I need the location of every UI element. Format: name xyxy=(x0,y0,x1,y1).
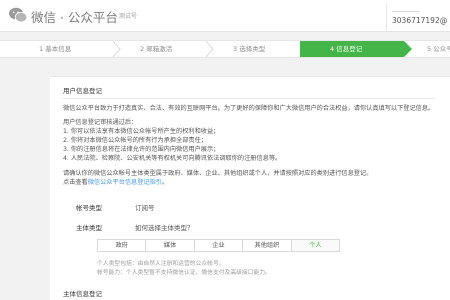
registration-steps: 1 基本信息 2 邮箱激活 3 选择类型 4 信息登记 5 公众号 xyxy=(0,40,450,58)
rule-item: 2. 你将对本微信公众帐号的所有行为承担全部责任； xyxy=(63,137,207,144)
subject-type-help-link[interactable]: 如何选择主体类型？ xyxy=(135,222,194,232)
subject-hint-capability: 帐号能力：个人类型暂不支持微信认证、微信支付及高级接口能力。 xyxy=(97,270,271,276)
intro-text: 微信公众平台致力于打造真实、合法、有效的互联网平台。为了更好的保障你和广大微信用… xyxy=(63,105,435,112)
platform-title-text: 微信 · 公众平台 xyxy=(31,10,118,25)
top-bar: 微信 · 公众平台测试号 3036717192@ xyxy=(0,0,450,32)
subject-hint-scope: 个人类型包括：由自然人注册和运营的公众帐号。 xyxy=(97,261,225,267)
account-type-label: 帐号类型 xyxy=(76,204,102,212)
rule-item: 3. 你的注册信息将在法律允许的范围内向微信用户展示； xyxy=(63,146,220,153)
help-suffix: 。 xyxy=(162,179,169,186)
subject-type-selector: 政府 媒体 企业 其他组织 个人 xyxy=(97,239,340,252)
platform-badge: 测试号 xyxy=(118,13,137,20)
step-basic-info: 1 基本信息 xyxy=(39,45,72,53)
section-divider xyxy=(63,98,435,99)
step-info-registration: 4 信息登记 xyxy=(300,41,412,57)
subject-type-label: 主体类型 xyxy=(76,224,102,232)
account-id: 3036717192@ xyxy=(392,16,448,25)
account-type-value: 订阅号 xyxy=(135,204,155,212)
wechat-logo-icon xyxy=(9,7,28,23)
help-prefix: 点击查看 xyxy=(63,179,88,186)
account-avatar-placeholder xyxy=(392,4,420,12)
step-separator-icon xyxy=(112,41,121,57)
subject-option-enterprise[interactable]: 企业 xyxy=(194,240,244,251)
subject-option-individual[interactable]: 个人 xyxy=(291,240,340,251)
step-email-activation: 2 邮箱激活 xyxy=(140,45,173,53)
main-panel: 用户信息登记 微信公众平台致力于打造真实、合法、有效的互联网平台。为了更好的保障… xyxy=(50,76,450,300)
rules-heading: 用户信息登记审核通过后： xyxy=(63,119,138,126)
next-section-title: 主体信息登记 xyxy=(63,290,102,298)
subject-option-other-organization[interactable]: 其他组织 xyxy=(243,240,292,251)
subject-option-government[interactable]: 政府 xyxy=(98,240,147,251)
step-separator-icon xyxy=(205,41,214,57)
account-menu[interactable]: 3036717192@ xyxy=(386,4,450,30)
rule-item: 1. 你可以依法享有本微信公众帐号所产生的权利和收益； xyxy=(63,128,220,135)
help-line: 点击查看微信公众平台信息登记指引。 xyxy=(63,179,168,187)
step-public-account: 5 公众号 xyxy=(427,45,450,53)
subject-option-media[interactable]: 媒体 xyxy=(146,240,195,251)
registration-guide-link[interactable]: 微信公众平台信息登记指引 xyxy=(88,179,162,186)
section-title: 用户信息登记 xyxy=(63,87,102,95)
rule-item: 4. 人民法院、检察院、公安机关等有权机关可向腾讯依法调取你的注册信息等。 xyxy=(63,155,282,162)
confirm-text: 请确认你的微信公众帐号主体类型属于政府、媒体、企业、其他组织或个人，并请按照对应… xyxy=(63,170,373,177)
step-choose-type: 3 选择类型 xyxy=(233,45,266,53)
platform-title[interactable]: 微信 · 公众平台测试号 xyxy=(31,7,137,26)
